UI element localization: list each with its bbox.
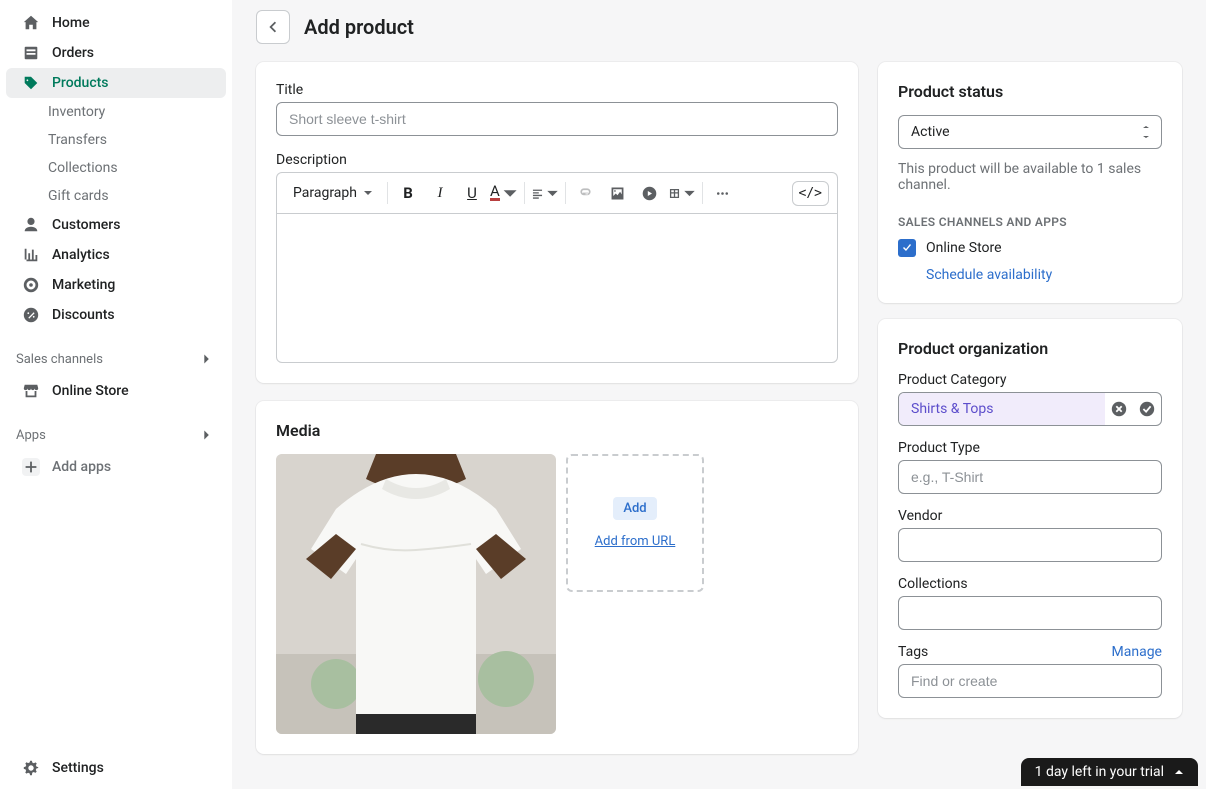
nav-customers[interactable]: Customers (6, 210, 226, 240)
video-button[interactable] (636, 179, 664, 207)
nav-giftcards[interactable]: Gift cards (6, 182, 226, 210)
collections-input[interactable] (898, 596, 1162, 630)
type-label: Product Type (898, 440, 1162, 456)
media-card: Media (256, 401, 858, 754)
nav-transfers[interactable]: Transfers (6, 126, 226, 154)
more-button[interactable] (709, 179, 737, 207)
products-icon (22, 74, 40, 92)
chevron-right-icon (198, 426, 216, 444)
desc-label: Description (276, 152, 838, 168)
channel-row: Online Store (898, 239, 1162, 257)
tags-label: Tags (898, 644, 928, 660)
chevron-right-icon (198, 350, 216, 368)
nav-discounts[interactable]: Discounts (6, 300, 226, 330)
text-color-button[interactable]: A (490, 179, 518, 207)
gear-icon (22, 759, 40, 777)
collections-label: Collections (898, 576, 1162, 592)
nav-label: Home (52, 15, 90, 31)
discounts-icon (22, 306, 40, 324)
page-header: Add product (256, 10, 1182, 44)
media-dropzone[interactable]: Add Add from URL (566, 454, 704, 592)
paragraph-dropdown[interactable]: Paragraph (285, 181, 381, 205)
nav-label: Discounts (52, 307, 115, 323)
nav-label: Products (52, 75, 109, 91)
nav-label: Analytics (52, 247, 110, 263)
nav-label: Online Store (52, 383, 129, 399)
page-title: Add product (304, 15, 414, 39)
nav-home[interactable]: Home (6, 8, 226, 38)
trial-banner[interactable]: 1 day left in your trial (1021, 758, 1198, 786)
arrow-left-icon (264, 18, 282, 36)
status-card: Product status Active This product will … (878, 62, 1182, 303)
nav-label: Orders (52, 45, 94, 61)
plus-icon (22, 458, 40, 476)
manage-tags-link[interactable]: Manage (1112, 644, 1162, 660)
confirm-category-button[interactable] (1133, 393, 1161, 425)
media-thumbnail[interactable] (276, 454, 556, 734)
nav-analytics[interactable]: Analytics (6, 240, 226, 270)
tags-input[interactable] (898, 664, 1162, 698)
title-card: Title Description Paragraph B I U A (256, 62, 858, 383)
title-input[interactable] (276, 102, 838, 136)
align-button[interactable] (531, 179, 559, 207)
nav-section-channels[interactable]: Sales channels (0, 342, 232, 376)
org-heading: Product organization (898, 339, 1162, 358)
nav-label: Settings (52, 760, 104, 776)
chevron-down-icon (363, 188, 373, 198)
schedule-availability-link[interactable]: Schedule availability (926, 267, 1052, 283)
vendor-input[interactable] (898, 528, 1162, 562)
nav-label: Customers (52, 217, 120, 233)
html-toggle[interactable]: </> (792, 181, 829, 206)
description-editor[interactable] (276, 213, 838, 363)
sidebar: Home Orders Products Inventory Transfers… (0, 0, 232, 789)
status-help: This product will be available to 1 sale… (898, 161, 1162, 193)
media-heading: Media (276, 421, 838, 440)
nav-collections[interactable]: Collections (6, 154, 226, 182)
vendor-label: Vendor (898, 508, 1162, 524)
nav-add-apps[interactable]: Add apps (6, 452, 226, 482)
nav-label: Marketing (52, 277, 115, 293)
chevron-up-icon (1174, 767, 1184, 777)
orders-icon (22, 44, 40, 62)
category-input[interactable]: Shirts & Tops (898, 392, 1162, 426)
nav-label: Add apps (52, 459, 111, 475)
main-content: Add product Title Description Paragraph … (232, 0, 1206, 789)
back-button[interactable] (256, 10, 290, 44)
nav-products[interactable]: Products (6, 68, 226, 98)
nav-orders[interactable]: Orders (6, 38, 226, 68)
add-media-button[interactable]: Add (613, 497, 656, 520)
organization-card: Product organization Product Category Sh… (878, 319, 1182, 718)
nav-section-apps[interactable]: Apps (0, 418, 232, 452)
add-from-url-link[interactable]: Add from URL (595, 534, 676, 549)
category-chip: Shirts & Tops (899, 393, 1105, 425)
chevron-down-icon (683, 185, 696, 202)
underline-button[interactable]: U (458, 179, 486, 207)
status-select[interactable]: Active (898, 115, 1162, 149)
editor-toolbar: Paragraph B I U A (276, 172, 838, 213)
nav-marketing[interactable]: Marketing (6, 270, 226, 300)
italic-button[interactable]: I (426, 179, 454, 207)
home-icon (22, 14, 40, 32)
nav-inventory[interactable]: Inventory (6, 98, 226, 126)
status-heading: Product status (898, 82, 1162, 101)
type-input[interactable] (898, 460, 1162, 494)
image-button[interactable] (604, 179, 632, 207)
nav-settings[interactable]: Settings (6, 753, 226, 783)
clear-category-button[interactable] (1105, 393, 1133, 425)
category-label: Product Category (898, 372, 1162, 388)
chevron-down-icon (502, 185, 518, 202)
table-button[interactable] (668, 179, 696, 207)
customers-icon (22, 216, 40, 234)
chevron-down-icon (546, 185, 559, 202)
bold-button[interactable]: B (394, 179, 422, 207)
link-button[interactable] (572, 179, 600, 207)
channel-label: Online Store (926, 240, 1002, 256)
nav-online-store[interactable]: Online Store (6, 376, 226, 406)
marketing-icon (22, 276, 40, 294)
online-store-checkbox[interactable] (898, 239, 916, 257)
channels-subheader: Sales channels and apps (898, 215, 1162, 229)
title-label: Title (276, 82, 838, 98)
store-icon (22, 382, 40, 400)
analytics-icon (22, 246, 40, 264)
